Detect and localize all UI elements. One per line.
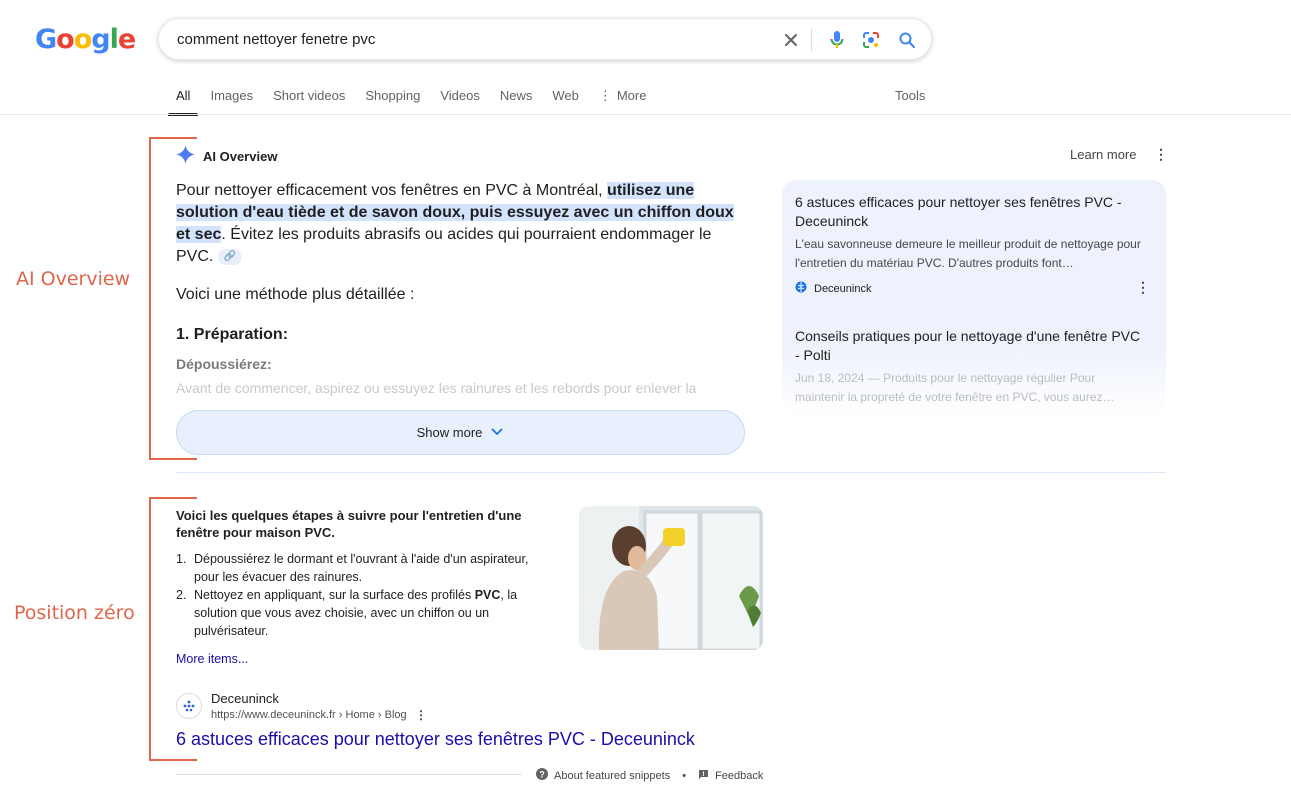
feedback-link[interactable]: Feedback <box>715 770 763 782</box>
logo-letter: o <box>73 24 93 55</box>
list-item-number: 1. <box>176 552 187 566</box>
list-item-number: 2. <box>176 588 187 602</box>
lens-camera-icon[interactable] <box>859 28 883 52</box>
ai-overview-title: AI Overview <box>203 148 278 164</box>
footer-divider <box>176 774 522 775</box>
result-more-icon[interactable]: ⋮ <box>415 708 427 722</box>
search-box[interactable]: comment nettoyer fenetre pvc <box>158 18 932 60</box>
list-item-text: Nettoyez en appliquant, sur la surface d… <box>194 588 475 602</box>
ai-step-heading: 1. Préparation: <box>176 326 289 343</box>
show-more-label: Show more <box>416 425 483 440</box>
ai-faded-text: Avant de commencer, aspirez ou essuyez l… <box>176 380 697 396</box>
help-icon: ? <box>536 768 548 783</box>
google-logo[interactable]: Google <box>35 24 136 55</box>
globe-icon <box>795 281 807 296</box>
logo-letter: o <box>56 24 75 55</box>
featured-snippet-image[interactable] <box>579 506 763 650</box>
search-icon[interactable] <box>895 28 919 52</box>
source-snippet: L'eau savonneuse demeure le meilleur pro… <box>795 237 1141 270</box>
search-divider <box>811 29 812 51</box>
source-snippet: Jun 18, 2024 — Produits pour le nettoyag… <box>795 371 1115 404</box>
snippet-footer: ? About featured snippets • Feedback <box>536 768 763 783</box>
logo-letter: e <box>117 24 136 55</box>
tab-videos[interactable]: Videos <box>440 86 480 114</box>
list-item-bold: PVC <box>474 588 501 602</box>
ai-overview-annotation: AI Overview <box>16 268 131 290</box>
search-tabs: All Images Short videos Shopping Videos … <box>167 86 666 116</box>
source-site-name: Deceuninck <box>814 282 872 295</box>
source-title[interactable]: 6 astuces efficaces pour nettoyer ses fe… <box>795 193 1147 231</box>
featured-snippet-list: 1. Dépoussiérez le dormant et l'ouvrant … <box>176 550 546 640</box>
clear-icon[interactable] <box>779 28 803 52</box>
logo-letter: G <box>35 24 57 55</box>
source-title[interactable]: Conseils pratiques pour le nettoyage d'u… <box>795 327 1147 365</box>
sparkle-icon <box>176 145 195 167</box>
list-item: 2. Nettoyez en appliquant, sur la surfac… <box>176 586 546 640</box>
feedback-icon <box>698 769 709 783</box>
tab-more-label: More <box>616 88 647 103</box>
tab-short-videos[interactable]: Short videos <box>273 86 345 114</box>
result-title-link[interactable]: 6 astuces efficaces pour nettoyer ses fe… <box>176 729 695 750</box>
link-icon[interactable]: 🔗 <box>217 248 242 265</box>
tools-button[interactable]: Tools <box>895 88 925 103</box>
source-site: Deceuninck <box>795 281 1147 296</box>
featured-snippet-title: Voici les quelques étapes à suivre pour … <box>176 508 522 540</box>
ai-text-rest: . Évitez les produits abrasifs ou acides… <box>176 226 712 265</box>
tab-web[interactable]: Web <box>552 86 579 114</box>
ai-overview-header: AI Overview <box>176 145 277 167</box>
header-divider <box>0 114 1291 115</box>
position-zero-annotation: Position zéro <box>14 602 135 624</box>
footer-separator: • <box>682 769 687 782</box>
tab-all[interactable]: All <box>167 86 200 116</box>
search-input[interactable]: comment nettoyer fenetre pvc <box>177 31 375 48</box>
microphone-icon[interactable] <box>825 28 849 52</box>
site-url: https://www.deceuninck.fr › Home › Blog <box>211 709 407 721</box>
list-item-text: Dépoussiérez le dormant et l'ouvrant à l… <box>194 552 529 584</box>
site-name: Deceuninck <box>211 691 279 706</box>
more-items-link[interactable]: More items... <box>176 652 248 666</box>
tab-news[interactable]: News <box>500 86 533 114</box>
ai-step-subheading: Dépoussiérez: <box>176 356 272 372</box>
list-item: 1. Dépoussiérez le dormant et l'ouvrant … <box>176 550 546 586</box>
ai-text-intro: Pour nettoyer efficacement vos fenêtres … <box>176 182 608 199</box>
more-vert-icon: ⋮ <box>598 88 612 103</box>
source-more-icon[interactable]: ⋮ <box>1136 279 1150 296</box>
site-favicon[interactable] <box>176 693 202 719</box>
tab-more[interactable]: ⋮ More <box>599 86 647 114</box>
ai-sources-panel: 6 astuces efficaces pour nettoyer ses fe… <box>782 180 1166 416</box>
source-card[interactable]: 6 astuces efficaces pour nettoyer ses fe… <box>795 193 1147 296</box>
logo-letter: g <box>91 24 110 55</box>
logo-letter: l <box>109 24 119 55</box>
source-card[interactable]: Conseils pratiques pour le nettoyage d'u… <box>795 327 1147 407</box>
ai-method-intro: Voici une méthode plus détaillée : <box>176 286 415 303</box>
learn-more-link[interactable]: Learn more <box>1070 147 1136 162</box>
chevron-down-icon <box>490 425 504 440</box>
tab-images[interactable]: Images <box>210 86 253 114</box>
ai-overview-text: Pour nettoyer efficacement vos fenêtres … <box>176 180 746 268</box>
more-options-icon[interactable]: ⋮ <box>1154 146 1168 163</box>
about-featured-snippets-link[interactable]: About featured snippets <box>554 770 670 782</box>
show-more-button[interactable]: Show more <box>176 410 745 455</box>
ai-overview-divider <box>176 472 1166 473</box>
svg-text:?: ? <box>539 770 545 780</box>
tab-shopping[interactable]: Shopping <box>365 86 420 114</box>
